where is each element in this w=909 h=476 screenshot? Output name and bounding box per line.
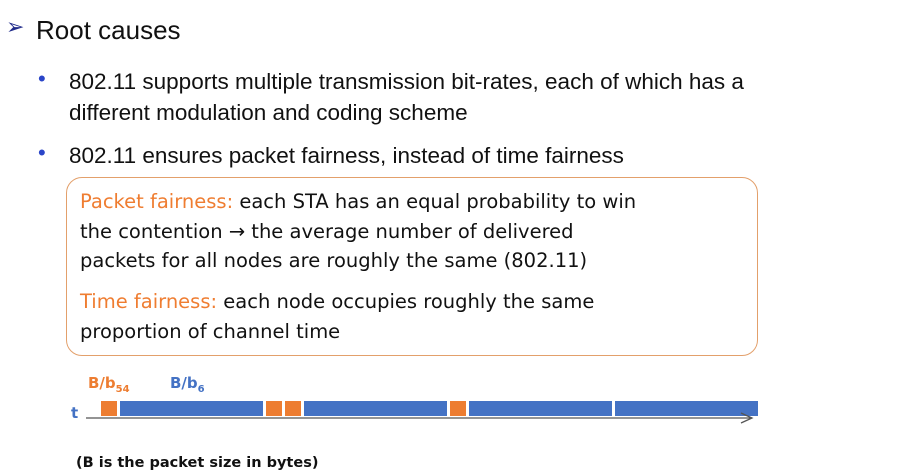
- fast-packet-block: [450, 401, 466, 416]
- timeline-diagram: [86, 401, 758, 424]
- fast-packet-block: [101, 401, 117, 416]
- slow-packet-block: [120, 401, 263, 416]
- fast-packet-block: [266, 401, 282, 416]
- fast-packet-block: [285, 401, 301, 416]
- slow-packet-block: [304, 401, 447, 416]
- slow-packet-block: [615, 401, 758, 416]
- slow-packet-block: [469, 401, 612, 416]
- packet-size-note: (B is the packet size in bytes): [76, 455, 319, 471]
